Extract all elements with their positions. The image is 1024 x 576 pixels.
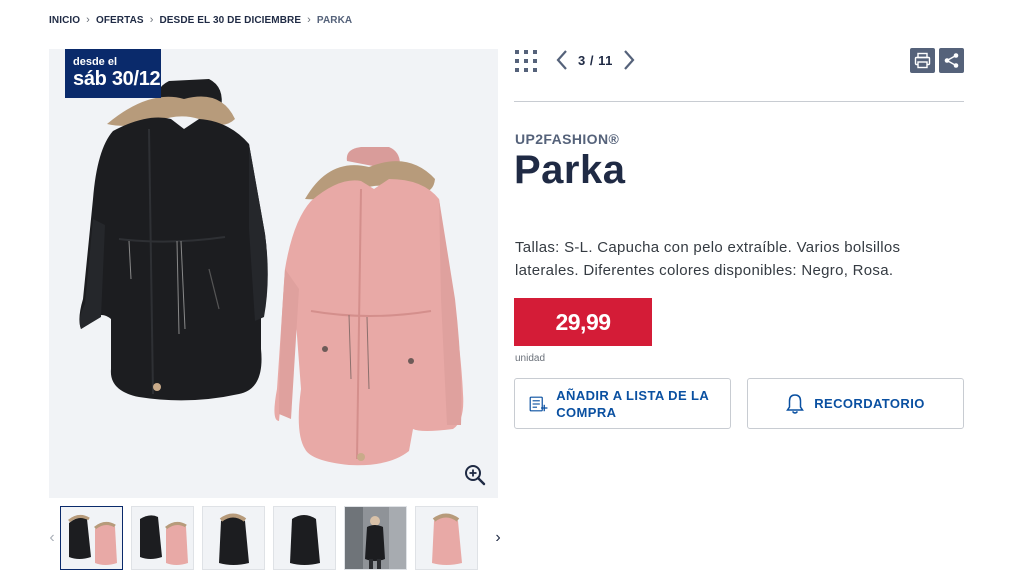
breadcrumb-ofertas[interactable]: OFERTAS [96, 15, 144, 26]
chevron-left-icon[interactable] [554, 48, 570, 72]
product-pager: 3 / 11 [554, 48, 637, 72]
add-to-shopping-list-button[interactable]: AÑADIR A LISTA DE LA COMPRA [514, 378, 731, 429]
reminder-button[interactable]: RECORDATORIO [747, 378, 964, 429]
price-unit: unidad [515, 353, 546, 364]
product-brand: UP2FASHION® [515, 131, 620, 147]
chevron-right-icon[interactable] [621, 48, 637, 72]
thumbnail-next-arrow[interactable]: › [490, 506, 506, 570]
thumb-black-pink-image [68, 514, 117, 565]
breadcrumb: INICIO › OFERTAS › DESDE EL 30 DE DICIEM… [49, 14, 352, 26]
price-value: 29,99 [555, 308, 611, 335]
thumb-pink-image [432, 513, 462, 565]
breadcrumb-current: PARKA [316, 14, 353, 26]
product-title: Parka [514, 148, 626, 192]
add-to-shopping-list-label: AÑADIR A LISTA DE LA COMPRA [556, 387, 709, 420]
bell-icon [786, 393, 805, 414]
print-icon [914, 52, 931, 69]
zoom-in-icon[interactable] [464, 464, 486, 486]
breadcrumb-desde[interactable]: DESDE EL 30 DE DICIEMBRE [159, 15, 301, 26]
thumbnail-5[interactable] [344, 506, 407, 570]
black-parka-graphic [79, 79, 268, 401]
thumbnail-2[interactable] [131, 506, 194, 570]
product-nav-row: 3 / 11 [514, 48, 964, 74]
product-image-gallery[interactable]: desde el sáb 30/12 [49, 49, 498, 498]
shopping-list-icon [529, 396, 548, 411]
product-description: Tallas: S-L. Capucha con pelo extraíble.… [515, 239, 901, 279]
pager-count: 3 / 11 [578, 52, 613, 68]
pink-parka-graphic [274, 147, 464, 466]
reminder-label: RECORDATORIO [814, 396, 925, 411]
thumbnail-6[interactable] [415, 506, 478, 570]
date-badge: desde el sáb 30/12 [65, 49, 161, 98]
date-badge-date: sáb 30/12 [73, 68, 161, 90]
print-button[interactable] [910, 48, 935, 73]
thumbnail-strip: ‹ › [44, 506, 506, 570]
price-box: 29,99 [514, 298, 652, 346]
thumbnail-4[interactable] [273, 506, 336, 570]
thumb-black-pink-alt-image [140, 515, 188, 565]
share-icon [944, 53, 959, 68]
breadcrumb-separator: › [149, 14, 154, 26]
date-badge-label: desde el [73, 56, 118, 68]
thumb-black-fur-image [219, 513, 249, 565]
product-image-parkas [79, 79, 464, 466]
thumbnail-1[interactable] [60, 506, 123, 570]
thumb-model-photo-image [345, 507, 406, 569]
thumbnail-3[interactable] [202, 506, 265, 570]
breadcrumb-separator: › [307, 14, 311, 26]
thumb-black-back-image [290, 515, 320, 565]
share-button[interactable] [939, 48, 964, 73]
thumbnail-prev-arrow[interactable]: ‹ [44, 506, 60, 570]
divider [514, 101, 964, 102]
breadcrumb-separator: › [86, 14, 90, 26]
breadcrumb-inicio[interactable]: INICIO [49, 15, 80, 26]
grid-icon[interactable] [514, 49, 538, 73]
